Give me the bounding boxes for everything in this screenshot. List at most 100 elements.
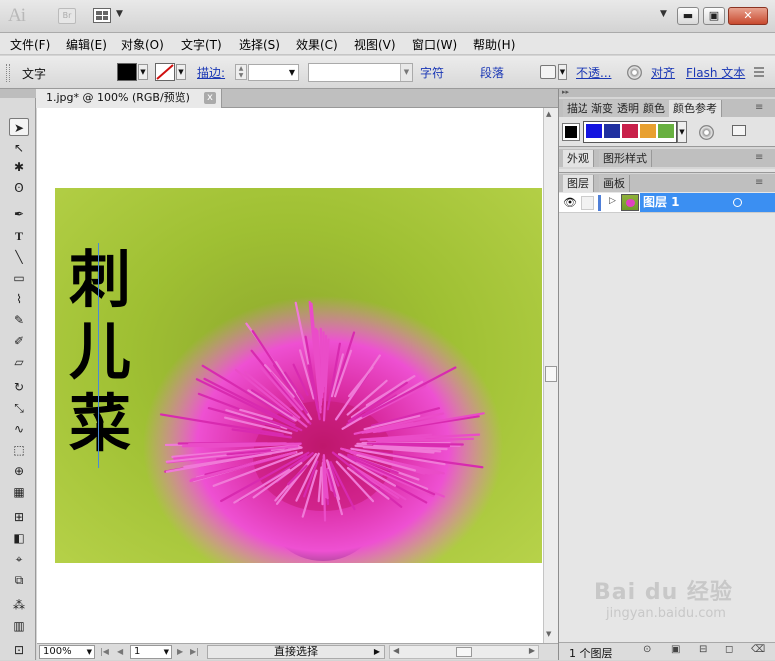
hscroll-thumb[interactable] xyxy=(456,647,472,657)
gradient-tool-icon[interactable]: ◧ xyxy=(9,529,29,547)
paintbrush-tool-icon[interactable]: ⌇ xyxy=(9,290,29,308)
control-menu-icon[interactable] xyxy=(752,65,766,79)
blob-brush-tool-icon[interactable]: ✐ xyxy=(9,332,29,350)
target-circle-icon[interactable] xyxy=(733,198,742,207)
selection-tool-icon[interactable]: ➤ xyxy=(9,118,29,136)
stroke-swatch[interactable] xyxy=(155,63,175,81)
document-canvas[interactable]: 刺 儿 菜 xyxy=(37,108,543,643)
shape-builder-tool-icon[interactable]: ⊕ xyxy=(9,462,29,480)
eyedropper-tool-icon[interactable]: ⌖ xyxy=(9,550,29,568)
maximize-button[interactable]: ▣ xyxy=(703,7,725,25)
expand-layer-icon[interactable]: ▷ xyxy=(609,196,616,206)
recolor-icon[interactable] xyxy=(540,65,556,79)
menu-select[interactable]: 选择(S) xyxy=(239,36,280,53)
next-page-icon[interactable]: ▶ xyxy=(177,647,183,656)
document-tab[interactable]: 1.jpg* @ 100% (RGB/预览) x xyxy=(36,89,222,108)
tab-artboards[interactable]: 画板 xyxy=(599,175,630,192)
menu-type[interactable]: 文字(T) xyxy=(181,36,222,53)
arrange-documents-button[interactable] xyxy=(93,8,111,23)
pencil-tool-icon[interactable]: ✎ xyxy=(9,311,29,329)
flash-text-link[interactable]: Flash 文本 xyxy=(686,64,745,81)
guide-color-5[interactable] xyxy=(658,124,674,138)
vertical-title-text[interactable]: 刺 儿 菜 xyxy=(65,244,135,469)
guide-color-2[interactable] xyxy=(604,124,620,138)
panel-collapse-bar[interactable]: ▸▸ xyxy=(559,89,775,97)
save-color-group-icon[interactable] xyxy=(732,125,746,136)
menu-window[interactable]: 窗口(W) xyxy=(412,36,457,53)
free-transform-tool-icon[interactable]: ⬚ xyxy=(9,441,29,459)
mesh-tool-icon[interactable]: ⊞ xyxy=(9,508,29,526)
scroll-thumb[interactable] xyxy=(545,366,557,382)
layer-row[interactable]: 👁 ▷ 图层 1 xyxy=(559,193,775,213)
horizontal-scrollbar[interactable]: ◀ ▶ xyxy=(389,645,539,659)
prev-page-icon[interactable]: ◀ xyxy=(117,647,123,656)
page-dropdown[interactable]: 1▼ xyxy=(130,645,172,659)
magic-wand-tool-icon[interactable]: ✱ xyxy=(9,158,29,176)
panel-menu-icon[interactable]: ≡ xyxy=(755,177,763,188)
guide-color-1[interactable] xyxy=(586,124,602,138)
tab-layers[interactable]: 图层 xyxy=(563,175,594,192)
type-tool-icon[interactable]: T xyxy=(9,227,29,245)
stroke-stepper[interactable]: ▲▼ xyxy=(235,64,247,80)
rectangle-tool-icon[interactable]: ▭ xyxy=(9,269,29,287)
arrange-dropdown-icon[interactable]: ▼ xyxy=(116,9,123,19)
scroll-up-icon[interactable]: ▲ xyxy=(546,110,551,118)
tab-color-guide[interactable]: 颜色参考 xyxy=(669,100,722,117)
fill-dropdown-icon[interactable]: ▼ xyxy=(138,64,148,80)
base-color-swatch[interactable] xyxy=(563,124,579,140)
close-button[interactable]: ✕ xyxy=(728,7,768,25)
character-link[interactable]: 字符 xyxy=(420,64,444,81)
paragraph-link[interactable]: 段落 xyxy=(480,64,504,81)
locate-object-icon[interactable]: ⊙ xyxy=(643,644,651,655)
placed-image[interactable]: 刺 儿 菜 xyxy=(55,188,542,563)
zoom-dropdown[interactable]: 100%▼ xyxy=(39,645,95,659)
tab-color[interactable]: 颜色 xyxy=(639,100,670,117)
clipping-mask-icon[interactable]: ▣ xyxy=(671,644,680,655)
menu-view[interactable]: 视图(V) xyxy=(354,36,396,53)
menu-edit[interactable]: 编辑(E) xyxy=(66,36,107,53)
workspace-dropdown-icon[interactable]: ▼ xyxy=(660,9,667,19)
menu-object[interactable]: 对象(O) xyxy=(121,36,164,53)
rotate-tool-icon[interactable]: ↻ xyxy=(9,378,29,396)
align-link[interactable]: 对齐 xyxy=(651,64,675,81)
scale-tool-icon[interactable]: ⤡ xyxy=(9,399,29,417)
font-family-dropdown[interactable]: ▼ xyxy=(308,63,413,82)
guide-color-4[interactable] xyxy=(640,124,656,138)
recolor-artwork-icon[interactable] xyxy=(699,125,714,140)
new-sublayer-icon[interactable]: ⊟ xyxy=(699,644,707,655)
pen-tool-icon[interactable]: ✒ xyxy=(9,205,29,223)
close-tab-icon[interactable]: x xyxy=(204,92,216,104)
menu-effect[interactable]: 效果(C) xyxy=(296,36,338,53)
current-tool-status[interactable]: 直接选择▶ xyxy=(207,645,385,659)
lasso-tool-icon[interactable]: ʘ xyxy=(9,179,29,197)
harmony-swatches[interactable] xyxy=(583,121,677,143)
artboard-tool-icon[interactable]: ⊡ xyxy=(9,641,29,659)
lock-toggle[interactable] xyxy=(581,196,594,210)
stroke-weight-dropdown[interactable]: ▼ xyxy=(248,64,299,81)
vertical-scrollbar[interactable]: ▲ ▼ xyxy=(543,108,558,643)
stroke-dropdown-icon[interactable]: ▼ xyxy=(176,64,186,80)
direct-selection-tool-icon[interactable]: ↖ xyxy=(9,139,29,157)
tab-appearance[interactable]: 外观 xyxy=(563,150,594,167)
scroll-down-icon[interactable]: ▼ xyxy=(546,630,551,638)
last-page-icon[interactable]: ▶| xyxy=(190,647,199,656)
tab-graphic-styles[interactable]: 图形样式 xyxy=(599,150,652,167)
warp-tool-icon[interactable]: ∿ xyxy=(9,420,29,438)
bridge-button[interactable]: Br xyxy=(58,8,76,24)
symbol-sprayer-tool-icon[interactable]: ⁂ xyxy=(9,596,29,614)
stroke-link[interactable]: 描边: xyxy=(197,64,225,81)
visibility-eye-icon[interactable]: 👁 xyxy=(563,196,577,209)
eraser-tool-icon[interactable]: ▱ xyxy=(9,353,29,371)
opacity-link[interactable]: 不透... xyxy=(576,64,611,81)
panel-menu-icon[interactable]: ≡ xyxy=(755,102,763,113)
guide-color-3[interactable] xyxy=(622,124,638,138)
perspective-grid-tool-icon[interactable]: ▦ xyxy=(9,483,29,501)
line-tool-icon[interactable]: ╲ xyxy=(9,248,29,266)
first-page-icon[interactable]: |◀ xyxy=(100,647,109,656)
panel-menu-icon[interactable]: ≡ xyxy=(755,152,763,163)
menu-help[interactable]: 帮助(H) xyxy=(473,36,515,53)
recolor-dropdown-icon[interactable]: ▼ xyxy=(558,64,567,80)
new-layer-icon[interactable]: ◻ xyxy=(725,644,733,655)
blend-tool-icon[interactable]: ⧉ xyxy=(9,571,29,589)
delete-layer-icon[interactable]: ⌫ xyxy=(751,644,765,655)
